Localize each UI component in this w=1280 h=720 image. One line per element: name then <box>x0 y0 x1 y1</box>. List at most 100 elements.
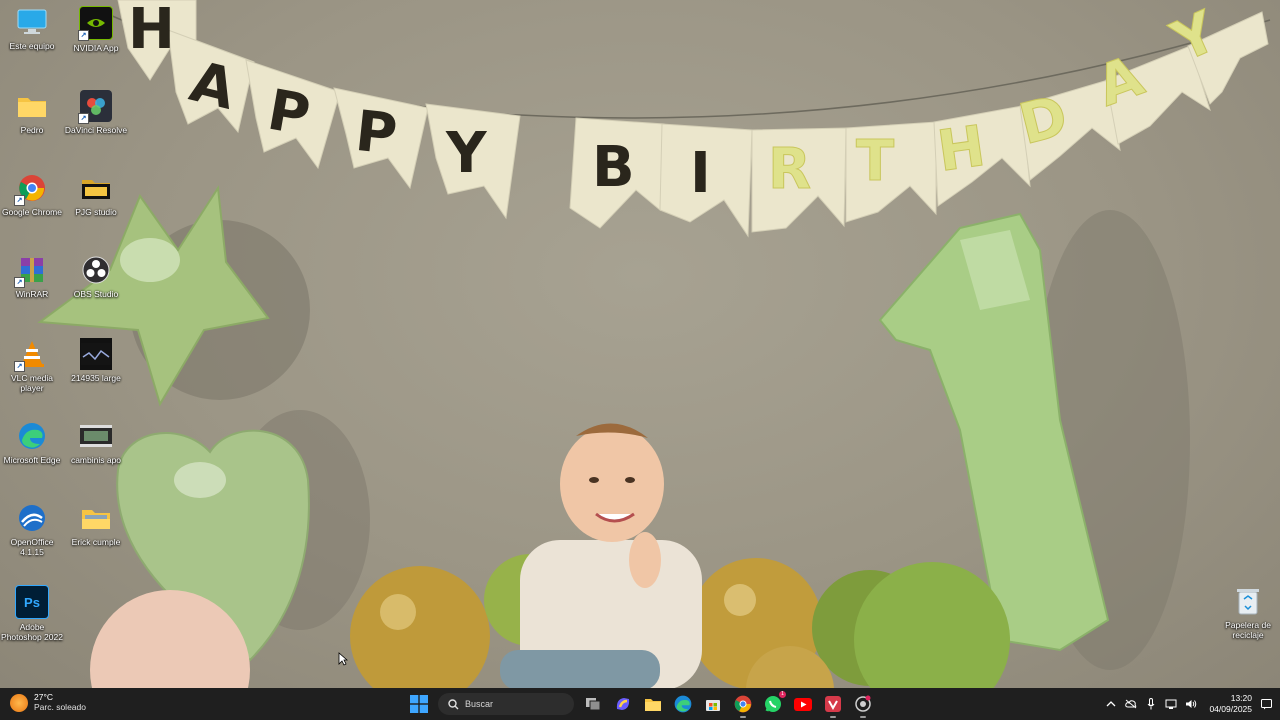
desktop-icon-pjg-studio[interactable]: PJG studio <box>64 172 128 217</box>
chrome-taskbar-icon <box>734 695 752 713</box>
windows-start-icon <box>410 695 428 713</box>
cloud-sync-button[interactable] <box>1125 698 1137 710</box>
network-icon <box>1165 699 1177 709</box>
desktop-icon-label: VLC media player <box>10 373 54 393</box>
desktop-icon-adobe-photoshop[interactable]: Ps Adobe Photoshop 2022 <box>0 585 64 642</box>
desktop-wallpaper[interactable]: H A P P Y B I R T H D A Y <box>0 0 1280 688</box>
davinci-taskbar-icon <box>855 695 871 712</box>
store-button[interactable] <box>702 693 724 715</box>
banner-letter-h2: H <box>934 114 989 185</box>
notification-bell-icon <box>1260 698 1272 709</box>
desktop-icon-214935-large[interactable]: 214935 large <box>64 338 128 383</box>
desktop-icon-erick-cumple[interactable]: Erick cumple <box>64 502 128 547</box>
photoshop-icon: Ps <box>15 585 49 619</box>
cloud-off-icon <box>1125 699 1137 709</box>
youtube-icon <box>794 697 812 711</box>
vivaldi-icon <box>825 696 841 712</box>
edge-taskbar-icon <box>674 695 692 713</box>
desktop-icon-recycle-bin[interactable]: Papelera de reciclaje <box>1216 585 1280 640</box>
chrome-icon: ↗ <box>14 172 48 206</box>
banner-letter-b: B <box>592 135 635 200</box>
nvidia-icon: ↗ <box>78 6 113 41</box>
desktop-icon-label: Google Chrome <box>1 207 62 217</box>
openoffice-icon <box>16 502 48 534</box>
desktop-icon-openoffice[interactable]: OpenOffice 4.1.15 <box>0 502 64 557</box>
whatsapp-icon <box>765 696 781 712</box>
shortcut-arrow-icon: ↗ <box>14 277 25 288</box>
desktop-icon-winrar[interactable]: ↗ WinRAR <box>0 254 64 299</box>
obs-icon <box>80 254 112 286</box>
clock[interactable]: 13:20 04/09/2025 <box>1209 693 1252 715</box>
desktop-icon-davinci-resolve[interactable]: ↗ DaVinci Resolve <box>64 90 128 135</box>
baby-figure <box>500 423 702 688</box>
desktop-icon-label: Microsoft Edge <box>3 455 61 465</box>
copilot-button[interactable] <box>612 693 634 715</box>
video-thumbnail-icon <box>80 420 112 452</box>
desktop-icon-label: 214935 large <box>71 373 121 383</box>
whatsapp-button[interactable]: 1 <box>762 691 786 715</box>
banner-letter-t: T <box>856 129 894 194</box>
winrar-icon: ↗ <box>14 254 48 288</box>
youtube-button[interactable] <box>792 693 814 715</box>
weather-desc: Parc. soleado <box>34 702 86 712</box>
desktop-icon-label: Adobe Photoshop 2022 <box>1 622 63 642</box>
edge-icon <box>16 420 48 452</box>
vivaldi-button[interactable] <box>822 693 844 718</box>
task-view-button[interactable] <box>582 693 604 715</box>
recycle-bin-icon <box>1232 585 1264 617</box>
volume-button[interactable] <box>1185 698 1197 710</box>
notifications-button[interactable] <box>1260 698 1272 710</box>
running-indicator <box>830 716 836 718</box>
banner-letter-i: I <box>690 141 711 206</box>
running-indicator <box>860 716 866 718</box>
file-explorer-icon <box>645 698 661 711</box>
tray-overflow-button[interactable] <box>1105 698 1117 710</box>
system-tray: 13:20 04/09/2025 <box>1105 692 1272 716</box>
shortcut-arrow-icon: ↗ <box>14 361 25 372</box>
desktop-icon-vlc[interactable]: ↗ VLC media player <box>0 338 64 393</box>
file-explorer-button[interactable] <box>642 693 664 715</box>
search-icon <box>448 698 459 709</box>
desktop-icon-pedro[interactable]: Pedro <box>0 90 64 135</box>
desktop-icon-label: OpenOffice 4.1.15 <box>10 537 54 557</box>
microphone-button[interactable] <box>1145 698 1157 710</box>
desktop-icon-label: OBS Studio <box>73 289 119 299</box>
chrome-taskbar-button[interactable] <box>732 693 754 718</box>
desktop-icon-nvidia-app[interactable]: ↗ NVIDIA App <box>64 6 128 53</box>
banner-letter-r: R <box>768 137 811 202</box>
mouse-cursor-icon <box>338 652 349 671</box>
volume-icon <box>1186 700 1197 708</box>
desktop-icon-este-equipo[interactable]: Este equipo <box>0 6 64 51</box>
video-thumbnail-icon <box>80 338 112 370</box>
store-icon <box>706 700 720 711</box>
davinci-icon: ↗ <box>78 90 112 124</box>
copilot-icon <box>616 698 630 710</box>
folder-icon <box>80 502 112 534</box>
desktop-icon-label: cambinis apo <box>70 455 122 465</box>
taskbar-search[interactable]: Buscar <box>438 693 574 715</box>
desktop-icon-cambinis-apo[interactable]: cambinis apo <box>64 420 128 465</box>
weather-sun-icon <box>10 693 28 712</box>
taskbar: 27°C Parc. soleado Buscar 1 13:20 04/09/… <box>0 688 1280 720</box>
vlc-icon: ↗ <box>14 338 48 372</box>
davinci-taskbar-button[interactable] <box>852 693 874 718</box>
shortcut-arrow-icon: ↗ <box>78 113 89 124</box>
notification-badge: 1 <box>779 691 786 698</box>
network-button[interactable] <box>1165 698 1177 710</box>
desktop-icon-microsoft-edge[interactable]: Microsoft Edge <box>0 420 64 465</box>
desktop-icon-label: PJG studio <box>75 207 117 217</box>
weather-widget[interactable]: 27°C Parc. soleado <box>10 692 86 713</box>
desktop-icon-obs-studio[interactable]: OBS Studio <box>64 254 128 299</box>
desktop-icon-label: DaVinci Resolve <box>64 125 128 135</box>
desktop-icon-label: WinRAR <box>15 289 49 299</box>
clock-date: 04/09/2025 <box>1209 704 1252 714</box>
search-placeholder: Buscar <box>465 699 494 709</box>
running-indicator <box>740 716 746 718</box>
desktop-icon-label: Este equipo <box>9 41 55 51</box>
start-button[interactable] <box>408 693 430 715</box>
folder-icon <box>80 172 112 204</box>
edge-taskbar-button[interactable] <box>672 693 694 715</box>
microphone-icon <box>1148 698 1155 710</box>
desktop-icon-google-chrome[interactable]: ↗ Google Chrome <box>0 172 64 217</box>
chevron-up-icon <box>1106 701 1116 707</box>
